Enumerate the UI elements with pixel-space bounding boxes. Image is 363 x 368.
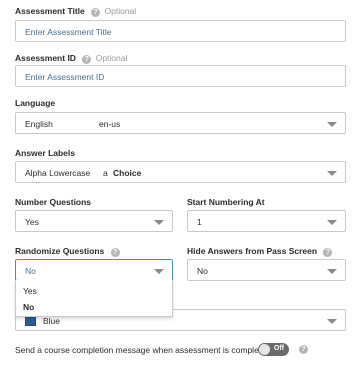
number-questions-value: Yes: [25, 217, 39, 227]
toggle-label: Off: [273, 345, 284, 352]
start-numbering-label: Start Numbering At: [187, 197, 265, 207]
help-icon[interactable]: ?: [323, 248, 333, 257]
start-numbering-select[interactable]: 1: [187, 210, 346, 232]
answer-labels-select[interactable]: Alpha Lowercase a Choice: [15, 161, 346, 183]
toggle-knob: [259, 344, 270, 355]
assessment-id-label: Assessment ID ? Optional: [15, 53, 128, 64]
assessment-title-input[interactable]: Enter Assessment Title: [15, 20, 346, 42]
language-label: Language: [15, 98, 56, 108]
assessment-id-input[interactable]: Enter Assessment ID: [15, 65, 346, 87]
randomize-questions-value: No: [25, 266, 36, 276]
optional-hint: Optional: [104, 6, 137, 16]
answer-labels-example-word: Choice: [113, 168, 142, 178]
assessment-title-label: Assessment Title ? Optional: [15, 6, 137, 17]
start-numbering-value: 1: [197, 217, 202, 227]
randomize-questions-label: Randomize Questions ?: [15, 246, 120, 257]
language-code: en-us: [99, 119, 121, 129]
hide-answers-select[interactable]: No: [187, 259, 346, 281]
dropdown-option-no[interactable]: No: [23, 302, 34, 312]
help-icon[interactable]: ?: [91, 8, 101, 17]
number-questions-label: Number Questions: [15, 197, 92, 207]
help-icon[interactable]: ?: [110, 248, 120, 257]
chevron-down-icon: [327, 269, 337, 274]
answer-labels-example-letter: a: [103, 168, 108, 178]
assessment-title-placeholder: Enter Assessment Title: [25, 27, 112, 37]
number-questions-select[interactable]: Yes: [15, 210, 173, 232]
optional-hint: Optional: [95, 53, 128, 63]
chevron-down-icon: [154, 269, 164, 274]
answer-labels-value: Alpha Lowercase: [25, 168, 91, 178]
completion-message-toggle[interactable]: Off: [258, 343, 289, 356]
chevron-down-icon: [154, 220, 164, 225]
chevron-down-icon: [327, 122, 337, 127]
randomize-questions-select[interactable]: No: [15, 259, 173, 281]
chevron-down-icon: [327, 171, 337, 176]
language-select[interactable]: English en-us: [15, 112, 346, 134]
completion-message-label: Send a course completion message when as…: [15, 345, 271, 355]
dropdown-option-yes[interactable]: Yes: [23, 286, 37, 296]
randomize-questions-dropdown: Yes No: [15, 280, 173, 317]
hide-answers-label: Hide Answers from Pass Screen ?: [187, 246, 333, 257]
answer-labels-label: Answer Labels: [15, 148, 75, 158]
help-icon[interactable]: ?: [82, 55, 92, 64]
chevron-down-icon: [327, 220, 337, 225]
chevron-down-icon: [327, 319, 337, 324]
language-value: English: [25, 119, 53, 129]
assessment-id-placeholder: Enter Assessment ID: [25, 72, 105, 82]
hide-answers-value: No: [197, 266, 208, 276]
color-value: Blue: [43, 316, 61, 326]
help-icon[interactable]: ?: [299, 345, 308, 354]
